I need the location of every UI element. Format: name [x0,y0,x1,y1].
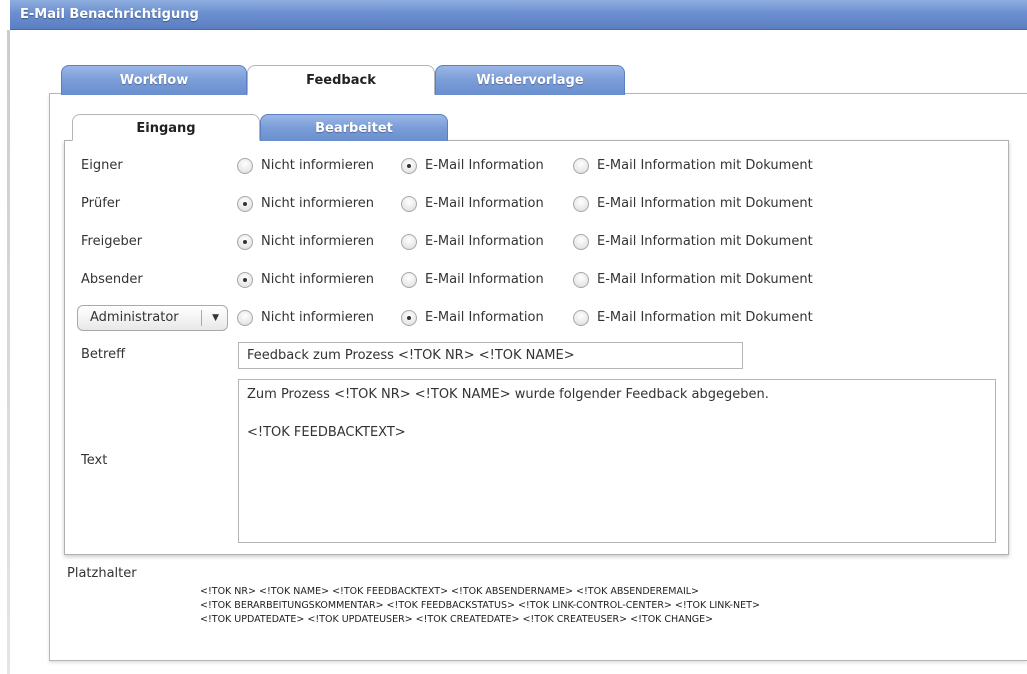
radio-button[interactable] [237,158,253,174]
betreff-label: Betreff [81,347,126,362]
radio-option-label: E-Mail Information [425,234,544,249]
radio-option-label: E-Mail Information mit Dokument [597,234,813,249]
radio-button[interactable] [573,158,589,174]
radio-option-label: E-Mail Information mit Dokument [597,310,813,325]
radio-option-label: E-Mail Information [425,310,544,325]
notification-row: Freigeber Nicht informieren E-Mail Informa… [81,232,1001,252]
radio-option-label: Nicht informieren [261,158,375,173]
dropdown-separator [201,310,202,326]
radio-option-label: E-Mail Information mit Dokument [597,272,813,287]
placeholder-line: <!TOK UPDATEDATE> <!TOK UPDATEUSER> <!TO… [200,614,714,625]
radio-button[interactable] [237,196,253,212]
radio-button[interactable] [573,310,589,326]
radio-option-label: E-Mail Information [425,158,544,173]
window-left-edge [7,30,10,674]
betreff-input[interactable]: Feedback zum Prozess <!TOK NR> <!TOK NAM… [238,342,743,369]
text-label: Text [81,453,108,468]
row-label: Absender [81,272,143,287]
radio-button[interactable] [237,272,253,288]
window-title: E-Mail Benachrichtigung [10,0,1027,30]
recipient-dropdown[interactable]: Administrator ▼ [77,305,228,331]
tab-wiedervorlage[interactable]: Wiedervorlage [435,65,625,95]
placeholder-line: <!TOK NR> <!TOK NAME> <!TOK FEEDBACKTEXT… [200,586,700,597]
row-label: Freigeber [81,234,143,249]
placeholder-label: Platzhalter [67,566,137,581]
radio-button[interactable] [573,272,589,288]
notification-row: Absender Nicht informieren E-Mail Informat… [81,270,1001,290]
radio-option-label: E-Mail Information [425,272,544,287]
radio-option-label: E-Mail Information mit Dokument [597,196,813,211]
notification-row: Prüfer Nicht informieren E-Mail Informatio… [81,194,1001,214]
radio-option-label: E-Mail Information mit Dokument [597,158,813,173]
radio-button[interactable] [401,158,417,174]
chevron-down-icon: ▼ [212,313,219,323]
radio-button[interactable] [237,234,253,250]
recipient-dropdown-value: Administrator [90,310,179,325]
row-label: Eigner [81,158,123,173]
radio-button[interactable] [401,196,417,212]
tab-eingang[interactable]: Eingang [72,114,260,141]
placeholder-line: <!TOK BERARBEITUNGSKOMMENTAR> <!TOK FEED… [200,600,760,611]
tab-bearbeitet[interactable]: Bearbeitet [260,114,448,141]
tab-workflow[interactable]: Workflow [61,65,247,95]
radio-button[interactable] [237,310,253,326]
radio-button[interactable] [573,196,589,212]
radio-button[interactable] [401,310,417,326]
notification-row: Eigner Nicht informieren E-Mail Informatio… [81,156,1001,176]
radio-button[interactable] [573,234,589,250]
radio-button[interactable] [401,272,417,288]
radio-option-label: E-Mail Information [425,196,544,211]
text-textarea[interactable]: Zum Prozess <!TOK NR> <!TOK NAME> wurde … [238,379,996,543]
radio-option-label: Nicht informieren [261,234,375,249]
radio-option-label: Nicht informieren [261,310,375,325]
placeholder-list: <!TOK NR> <!TOK NAME> <!TOK FEEDBACKTEXT… [200,585,1020,627]
radio-option-label: Nicht informieren [261,196,375,211]
tab-feedback[interactable]: Feedback [247,65,435,95]
row-label: Prüfer [81,196,121,211]
radio-option-label: Nicht informieren [261,272,375,287]
radio-button[interactable] [401,234,417,250]
